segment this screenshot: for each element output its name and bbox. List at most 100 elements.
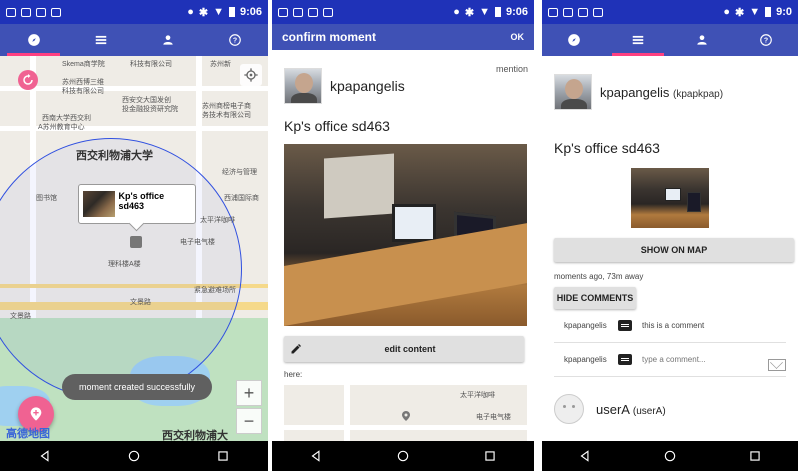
pencil-icon: [291, 344, 301, 354]
username-line: kpapangelis (kpapkpap): [600, 85, 723, 100]
username: kpapangelis: [330, 78, 405, 94]
map-label: 文景路: [130, 299, 151, 306]
tab-help[interactable]: ?: [201, 24, 268, 56]
moment-detail-screen: ● ✱ ▼ 9:0 ? kpapangelis (kpapkpap) Kp's …: [542, 0, 798, 471]
location-pin-icon: [402, 411, 410, 421]
map-label: 理科楼A楼: [108, 261, 141, 268]
moment-photo: [284, 144, 527, 326]
map-label: 电子电气楼: [180, 239, 215, 246]
recents-icon[interactable]: [748, 449, 762, 463]
tab-explore[interactable]: [542, 24, 606, 56]
battery-icon: [765, 7, 772, 17]
map-label: 紧急避难场所: [194, 287, 236, 294]
toast-message: moment created successfully: [62, 374, 212, 400]
hide-comments-button[interactable]: HIDE COMMENTS: [554, 287, 636, 309]
wifi-icon: [278, 7, 288, 17]
image-icon: [293, 7, 303, 17]
follower-name: userA: [596, 401, 630, 417]
location-minimap[interactable]: 太平洋咖啡 电子电气楼: [284, 385, 527, 441]
signal-icon: ▼: [749, 6, 761, 18]
home-icon[interactable]: [127, 449, 141, 463]
person-icon: [697, 35, 707, 45]
detail-content: kpapangelis (kpapkpap) Kp's office sd463…: [542, 56, 798, 441]
tab-profile[interactable]: [134, 24, 201, 56]
gallery-icon: [308, 7, 318, 17]
location-status-icon: ●: [723, 6, 730, 18]
mention-button[interactable]: mention: [496, 64, 528, 74]
location-status-icon: ●: [453, 6, 460, 18]
zoom-out-button[interactable]: −: [236, 408, 262, 434]
gallery-icon: [36, 7, 46, 17]
moment-title: Kp's office sd463: [118, 191, 165, 211]
screenshot-root: ● ✱ ▼ 9:06 ? Skema商学院 科技有限公司 苏州新 苏州西博三维 …: [0, 0, 798, 471]
back-icon[interactable]: [578, 449, 592, 463]
clock: 9:06: [239, 6, 262, 18]
map-label: 科技有限公司: [130, 61, 172, 68]
add-location-icon: [30, 407, 42, 421]
tab-list[interactable]: [67, 24, 134, 56]
map-label: 太平洋咖啡: [200, 217, 235, 224]
phone-icon: [593, 7, 603, 17]
home-icon[interactable]: [396, 449, 410, 463]
back-icon[interactable]: [38, 449, 52, 463]
image-icon: [21, 7, 31, 17]
tab-bar: ?: [0, 24, 268, 56]
map-label: 苏州新: [210, 61, 231, 68]
tab-profile[interactable]: [670, 24, 734, 56]
comment-icon: [618, 354, 632, 365]
phone-icon: [323, 7, 333, 17]
map-label: 电子电气楼: [476, 414, 511, 421]
comment-author[interactable]: kpapangelis: [564, 321, 614, 330]
comment-input[interactable]: [642, 355, 764, 364]
tab-help[interactable]: ?: [734, 24, 798, 56]
edit-content-button[interactable]: edit content: [284, 336, 524, 362]
comment-row: kpapangelis this is a comment: [554, 309, 786, 343]
battery-icon: [228, 7, 235, 17]
ok-button[interactable]: OK: [511, 32, 525, 42]
send-mail-icon[interactable]: [768, 358, 786, 371]
map-label: 投金融投资研究院: [122, 106, 178, 113]
refresh-button[interactable]: [18, 70, 38, 90]
back-icon[interactable]: [309, 449, 323, 463]
zoom-in-button[interactable]: +: [236, 380, 262, 406]
moment-thumbnail: [83, 191, 115, 217]
home-icon[interactable]: [663, 449, 677, 463]
map-provider-logo: 高德地图: [6, 428, 50, 440]
moment-photo[interactable]: [631, 168, 709, 228]
username: kpapangelis: [600, 84, 670, 100]
moment-title: Kp's office sd463: [284, 118, 390, 134]
recents-icon[interactable]: [216, 449, 230, 463]
my-location-icon: [244, 68, 258, 82]
location-status-icon: ●: [187, 6, 194, 18]
comment-compose-row: kpapangelis: [554, 343, 786, 377]
system-nav-bar: [0, 441, 268, 471]
follower-avatar: [554, 394, 584, 424]
status-bar: ● ✱ ▼ 9:06: [0, 0, 268, 24]
confirm-moment-screen: ● ✱ ▼ 9:06 confirm moment OK kpapangelis…: [272, 0, 534, 471]
help-icon: ?: [760, 34, 772, 46]
system-nav-bar: [272, 441, 534, 471]
avatar[interactable]: [554, 74, 592, 110]
author-row: kpapangelis (kpapkpap): [554, 68, 786, 116]
show-on-map-button[interactable]: SHOW ON MAP: [554, 238, 794, 262]
moment-meta: moments ago, 73m away: [554, 272, 644, 281]
moment-marker-bubble[interactable]: Kp's office sd463: [78, 184, 196, 224]
my-location-button[interactable]: [240, 64, 262, 86]
map-view[interactable]: Skema商学院 科技有限公司 苏州新 苏州西博三维 科技有限公司 西安交大国发…: [0, 56, 268, 441]
map-label: 苏州商榜电子商: [202, 103, 251, 110]
list-icon: [95, 35, 106, 45]
moment-pin-icon[interactable]: [130, 236, 142, 248]
signal-icon: ▼: [479, 6, 490, 18]
here-label: here:: [284, 370, 303, 379]
confirm-content: kpapangelis mention Kp's office sd463 ed…: [272, 50, 534, 441]
status-bar: ● ✱ ▼ 9:0: [542, 0, 798, 24]
status-bar: ● ✱ ▼ 9:06: [272, 0, 534, 24]
recents-icon[interactable]: [483, 449, 497, 463]
wifi-icon: [6, 7, 16, 17]
follower-row[interactable]: userA (userA): [554, 391, 786, 427]
avatar[interactable]: [284, 68, 322, 104]
map-label: 西南大学西交利: [42, 115, 91, 122]
tab-explore[interactable]: [0, 24, 67, 56]
tab-bar: ?: [542, 24, 798, 56]
tab-list[interactable]: [606, 24, 670, 56]
